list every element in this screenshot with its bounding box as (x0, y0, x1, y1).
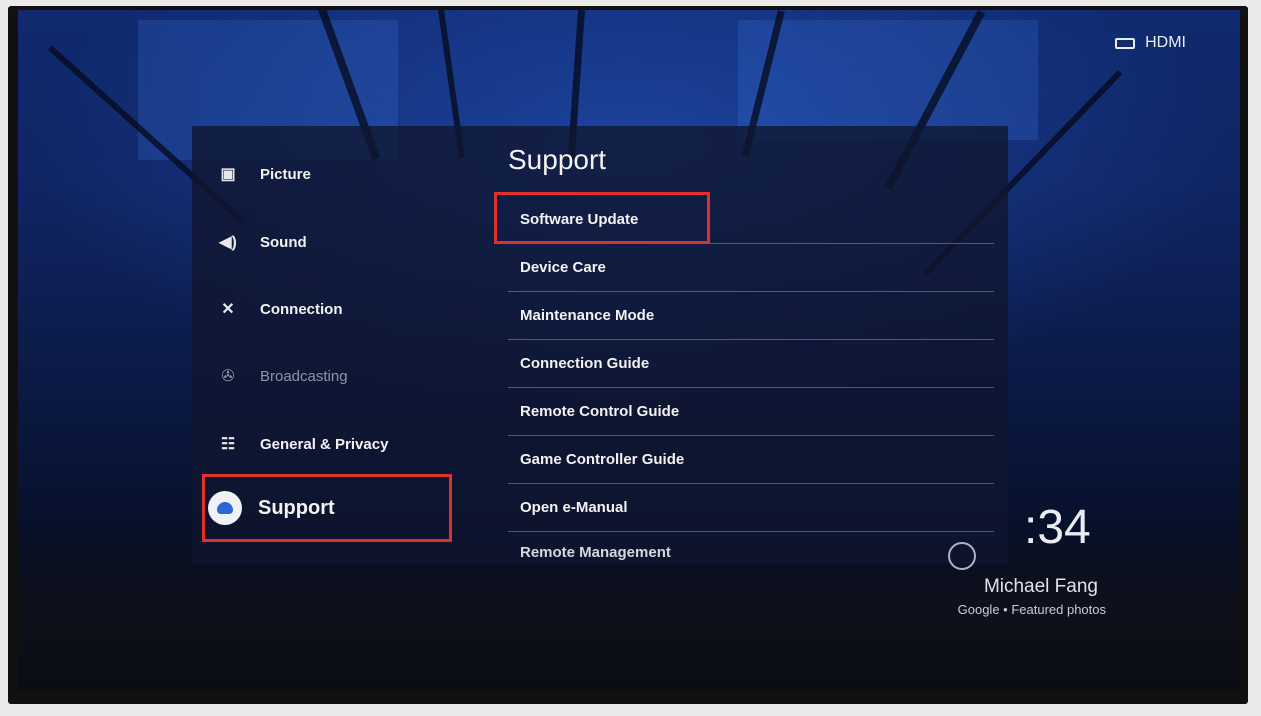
page-title: Support (508, 144, 607, 175)
input-source-label: HDMI (1145, 34, 1186, 51)
option-open-e-manual[interactable]: Open e-Manual (508, 484, 994, 532)
input-source-indicator: HDMI (1115, 34, 1186, 52)
option-label: Open e-Manual (520, 499, 628, 516)
option-game-controller-guide[interactable]: Game Controller Guide (508, 436, 994, 484)
option-label: Device Care (520, 259, 606, 276)
sidebar-item-label: General & Privacy (260, 435, 389, 453)
scroll-indicator-icon (948, 542, 976, 570)
connection-icon: ✕ (221, 301, 235, 318)
highlight-box-software-update (494, 192, 710, 244)
option-label: Remote Control Guide (520, 403, 680, 420)
sidebar-item-connection[interactable]: ✕ Connection (192, 281, 482, 337)
sidebar-item-label: Broadcasting (260, 367, 348, 385)
sidebar-item-broadcasting[interactable]: ✇ Broadcasting (192, 348, 482, 404)
option-label: Game Controller Guide (520, 451, 685, 468)
satellite-icon: ✇ (221, 368, 235, 385)
speaker-icon: ◀) (219, 234, 237, 251)
photo-credit-name: Michael Fang (983, 576, 1098, 597)
option-remote-control-guide[interactable]: Remote Control Guide (508, 388, 994, 436)
picture-icon: ▣ (220, 166, 236, 183)
sidebar-item-picture[interactable]: ▣ Picture (192, 146, 482, 202)
sidebar-item-label: Connection (260, 300, 343, 318)
clock: :34 (1024, 501, 1091, 554)
photo-credit-source: Google • Featured photos (957, 602, 1106, 617)
highlight-box-support (202, 474, 452, 542)
option-maintenance-mode[interactable]: Maintenance Mode (508, 292, 994, 340)
option-label: Maintenance Mode (520, 307, 655, 324)
sidebar-item-sound[interactable]: ◀) Sound (192, 214, 482, 270)
settings-panel: ▣ Picture ◀) Sound ✕ Connection ✇ Broadc… (192, 126, 1008, 570)
settings-list-icon: ☷ (220, 436, 236, 453)
option-label: Remote Management (520, 544, 671, 561)
sidebar-item-general-privacy[interactable]: ☷ General & Privacy (192, 416, 482, 472)
option-remote-management[interactable]: Remote Management (508, 544, 994, 564)
sidebar-item-label: Picture (260, 165, 311, 183)
option-label: Connection Guide (520, 355, 650, 372)
option-connection-guide[interactable]: Connection Guide (508, 340, 994, 388)
hdmi-icon (1115, 37, 1136, 49)
sidebar-item-label: Sound (260, 233, 307, 251)
background-glass (738, 20, 1038, 140)
option-device-care[interactable]: Device Care (508, 244, 994, 292)
